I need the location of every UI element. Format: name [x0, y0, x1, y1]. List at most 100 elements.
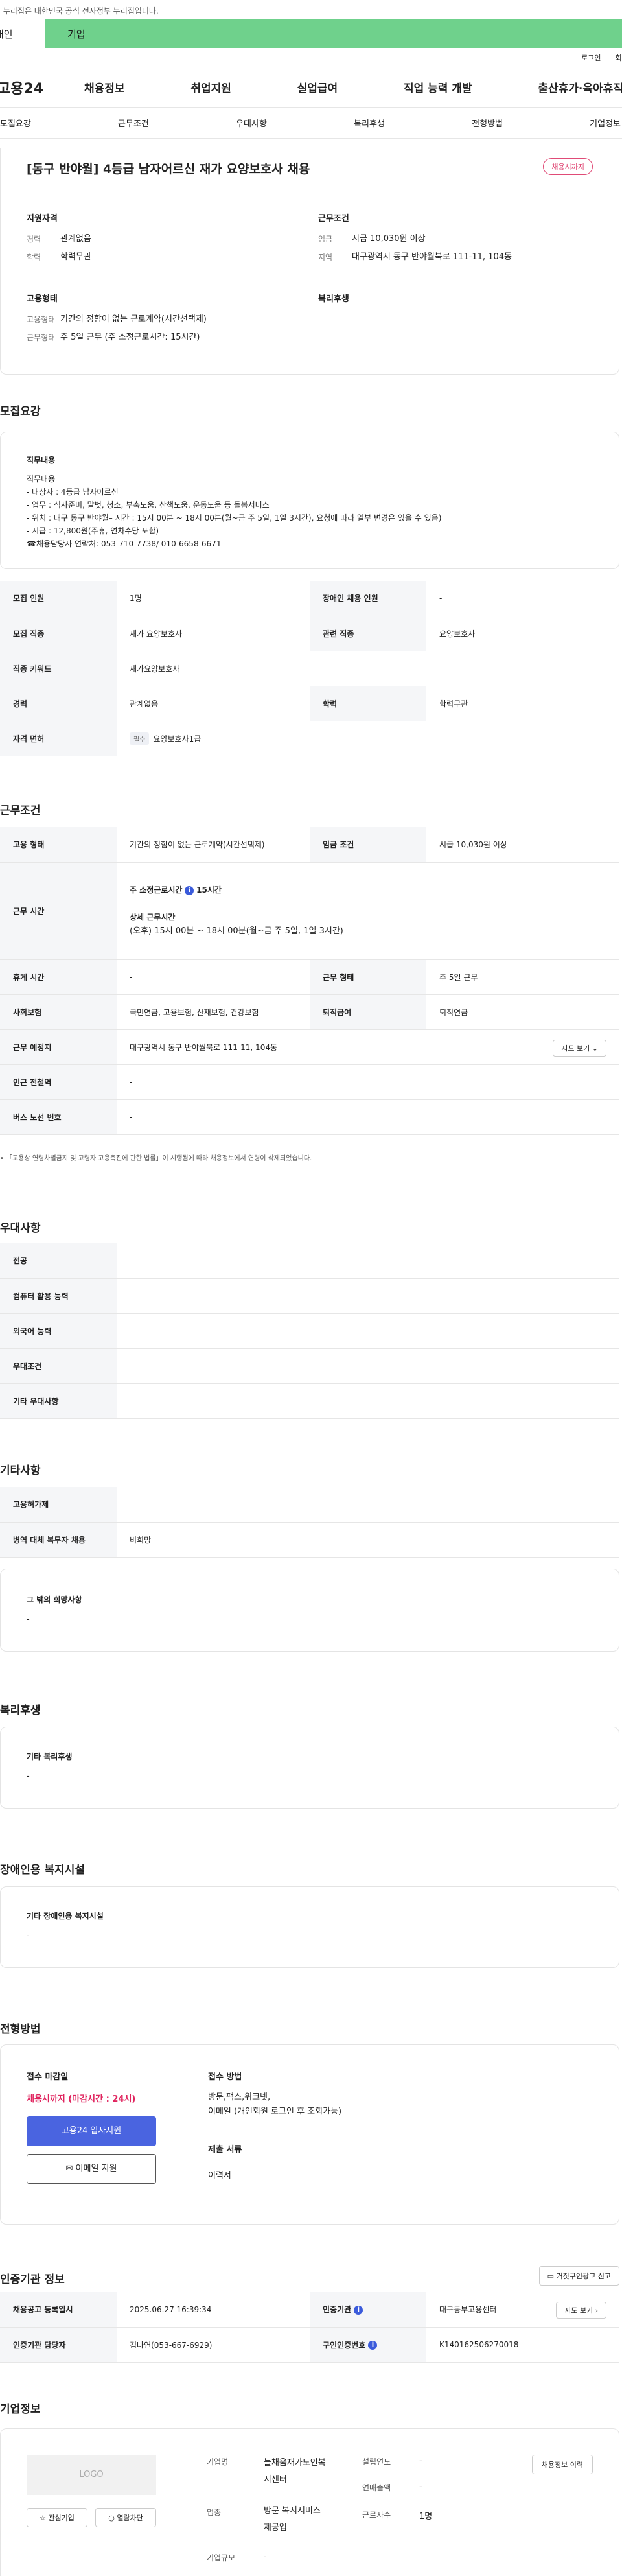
table-header-cell: 휴게 시간: [0, 959, 117, 995]
favorite-company-button[interactable]: ☆ 관심기업: [27, 2508, 87, 2527]
employees-key: 근로자수: [362, 2511, 391, 2520]
subnav-welfare[interactable]: 복리후생: [354, 117, 385, 129]
signup-link[interactable]: 회원가입: [616, 53, 622, 63]
selection-card: 접수 마감일 채용시까지 (마감시간 : 24시) 고용24 입사지원 ✉ 이메…: [0, 2044, 619, 2225]
deadline-badge: 채용시까지: [543, 158, 593, 175]
detail-hours-label: 상세 근무시간: [130, 913, 176, 922]
weekly-hours-line: 주 소정근로시간 i 15시간: [130, 885, 222, 895]
info-icon[interactable]: i: [354, 2305, 363, 2315]
preference-table: 전공 - 컴퓨터 활용 능력 - 외국어 능력 - 우대조건 - 기타 우대사항 -: [0, 1243, 619, 1419]
gnb-item-maternity-leave[interactable]: 출산휴가·육아휴직: [538, 79, 622, 95]
wage-row: 임금 시급 10,030원 이상: [318, 234, 426, 244]
report-fake-ad-button[interactable]: ▭ 거짓구인광고 신고: [538, 2266, 619, 2286]
login-link[interactable]: 로그인: [581, 53, 601, 63]
employ-type-row: 고용형태 기간의 정함이 없는 근로계약(시간선택제): [27, 314, 207, 324]
table-row: 채용공고 등록일시 2025.06.27 16:39:34 인증기관 i 대구동…: [0, 2292, 619, 2328]
qualification-block: 지원자격 경력 관계없음 학력 학력무관: [27, 211, 299, 266]
employment-block: 고용형태 고용형태 기간의 정함이 없는 근로계약(시간선택제) 근무형태 주 5일…: [27, 292, 312, 347]
table-cell: 대구광역시 동구 반야월북로 111-11, 104동 지도 보기 ⌄: [117, 1029, 619, 1065]
company-size-value: -: [264, 2552, 267, 2562]
table-cell: 기간의 정함이 없는 근로계약(시간선택제): [117, 827, 310, 863]
gnb-item-jobs[interactable]: 채용정보: [84, 79, 125, 95]
disabled-section-title: 장애인용 복지시설: [0, 1864, 86, 1877]
subnav-preference[interactable]: 우대사항: [236, 117, 267, 129]
info-icon[interactable]: i: [368, 2341, 378, 2350]
other-wishes-heading: 그 밖의 희망사항: [27, 1595, 82, 1604]
career-row: 경력 관계없음: [27, 234, 91, 244]
table-header-cell: 관련 직종: [310, 616, 426, 651]
gnb-item-unemployment-benefit[interactable]: 실업급여: [297, 79, 338, 95]
selection-section-title: 전형방법: [0, 2023, 41, 2036]
email-apply-button[interactable]: ✉ 이메일 지원: [27, 2154, 156, 2184]
company-logo-placeholder: LOGO: [27, 2455, 156, 2495]
section-subnav: 모집요강 근무조건 우대사항 복리후생 전형방법 기업정보: [0, 108, 622, 139]
tab-corporate[interactable]: 기업: [45, 19, 86, 48]
recruit-history-button[interactable]: 채용정보 이력: [531, 2455, 593, 2474]
table-header-cell: 경력: [0, 686, 117, 721]
disabled-card: 기타 장애인용 복지시설 -: [0, 1886, 619, 1968]
employees-value: 1명: [419, 2512, 433, 2522]
block-view-button[interactable]: ○ 열람차단: [95, 2508, 156, 2527]
table-row: 모집 인원 1명 장애인 채용 인원 -: [0, 581, 619, 616]
table-header-cell: 근무 예정지: [0, 1029, 117, 1065]
disabled-value: -: [27, 1931, 30, 1941]
table-row: 고용허가제 -: [0, 1487, 619, 1523]
table-row: 직종 키워드 재가요양보호사: [0, 651, 619, 686]
welfare-heading: 복리후생: [318, 294, 349, 304]
qualification-heading: 지원자격: [27, 214, 58, 224]
table-cell: 재가요양보호사: [117, 651, 619, 686]
table-row: 고용 형태 기간의 정함이 없는 근로계약(시간선택제) 임금 조건 시급 10…: [0, 827, 619, 863]
table-cell: 관계없음: [117, 686, 310, 721]
duty-line: - 시급 : 12,800원(주휴, 연차수당 포함): [27, 526, 159, 535]
table-row: 인근 전철역 -: [0, 1064, 619, 1100]
conditions-table: 고용 형태 기간의 정함이 없는 근로계약(시간선택제) 임금 조건 시급 10…: [0, 827, 619, 1135]
map-view-button[interactable]: 지도 보기 ⌄: [553, 1039, 606, 1057]
duty-line: - 업무 : 식사준비, 말벗, 청소, 부축도움, 산책도움, 운동도움 등 …: [27, 500, 270, 509]
table-header-cell: 근무 형태: [310, 959, 426, 995]
table-header-cell: 퇴직급여: [310, 994, 426, 1030]
education-row: 학력 학력무관: [27, 252, 91, 262]
table-header-cell: 모집 직종: [0, 616, 117, 651]
table-cell: 국민연금, 고용보험, 산재보험, 건강보험: [117, 994, 310, 1030]
conditions-section-title: 근무조건: [0, 804, 41, 817]
subnav-selection[interactable]: 전형방법: [472, 117, 503, 129]
work-type-row: 근무형태 주 5일 근무 (주 소정근로시간: 15시간): [27, 333, 200, 342]
chevron-down-icon: ⌄: [592, 1044, 598, 1053]
site-logo[interactable]: 고용24: [0, 77, 84, 98]
gnb-item-employment-support[interactable]: 취업지원: [190, 79, 231, 95]
table-row: 모집 직종 재가 요양보호사 관련 직종 요양보호사: [0, 616, 619, 651]
table-cell: -: [426, 581, 619, 616]
deadline-value: 채용시까지 (마감시간 : 24시): [27, 2094, 136, 2104]
table-cell: 주 5일 근무: [426, 959, 619, 995]
table-cell: -: [117, 1064, 619, 1100]
conditions-block: 근무조건 임금 시급 10,030원 이상 지역 대구광역시 동구 반야월북로 11…: [318, 211, 603, 266]
sales-value: -: [419, 2482, 422, 2492]
age-notice: • 「고용상 연령차별금지 및 고령자 고용촉진에 관한 법률」이 시행됨에 따…: [0, 1155, 312, 1162]
welfare-section-title: 복리후생: [0, 1704, 41, 1717]
info-icon[interactable]: i: [185, 885, 194, 895]
table-row: 컴퓨터 활용 능력 -: [0, 1278, 619, 1314]
duty-line: - 대상자 : 4등급 남자어르신: [27, 487, 119, 497]
subnav-recruit[interactable]: 모집요강: [0, 117, 31, 129]
gnb-item-vocational-training[interactable]: 직업 능력 개발: [404, 79, 472, 95]
duty-line: 직무내용: [27, 474, 56, 484]
welfare-value: -: [27, 1772, 30, 1781]
method-value: 방문,팩스,워크넷, 이메일 (개인회원 로그인 후 조회가능): [208, 2092, 342, 2116]
welfare-card: 기타 복리후생 -: [0, 1727, 619, 1809]
etc-table: 고용허가제 - 병역 대체 복무자 채용 비희망: [0, 1487, 619, 1558]
table-cell: 1명: [117, 581, 310, 616]
subnav-company[interactable]: 기업정보: [590, 117, 621, 129]
cert-table: 채용공고 등록일시 2025.06.27 16:39:34 인증기관 i 대구동…: [0, 2292, 619, 2363]
subnav-conditions[interactable]: 근무조건: [118, 117, 149, 129]
deadline-heading: 접수 마감일: [27, 2072, 69, 2082]
page-root: 이 누리집은 대한민국 공식 전자정부 누리집입니다. 개인 기업 로그인 회원…: [0, 0, 622, 2576]
table-row: 사회보험 국민연금, 고용보험, 산재보험, 건강보험 퇴직급여 퇴직연금: [0, 994, 619, 1030]
apply-button[interactable]: 고용24 입사지원: [27, 2116, 156, 2146]
tab-individual[interactable]: 개인: [0, 19, 45, 48]
table-row: 외국어 능력 -: [0, 1313, 619, 1349]
table-row: 근무 시간 주 소정근로시간 i 15시간 상세 근무시간 (오후) 15시 0…: [0, 862, 619, 960]
cert-map-button[interactable]: 지도 보기 ›: [556, 2302, 606, 2319]
established-key: 설립연도: [362, 2457, 391, 2466]
other-wishes-value: -: [27, 1615, 30, 1624]
preference-section-title: 우대사항: [0, 1222, 41, 1235]
